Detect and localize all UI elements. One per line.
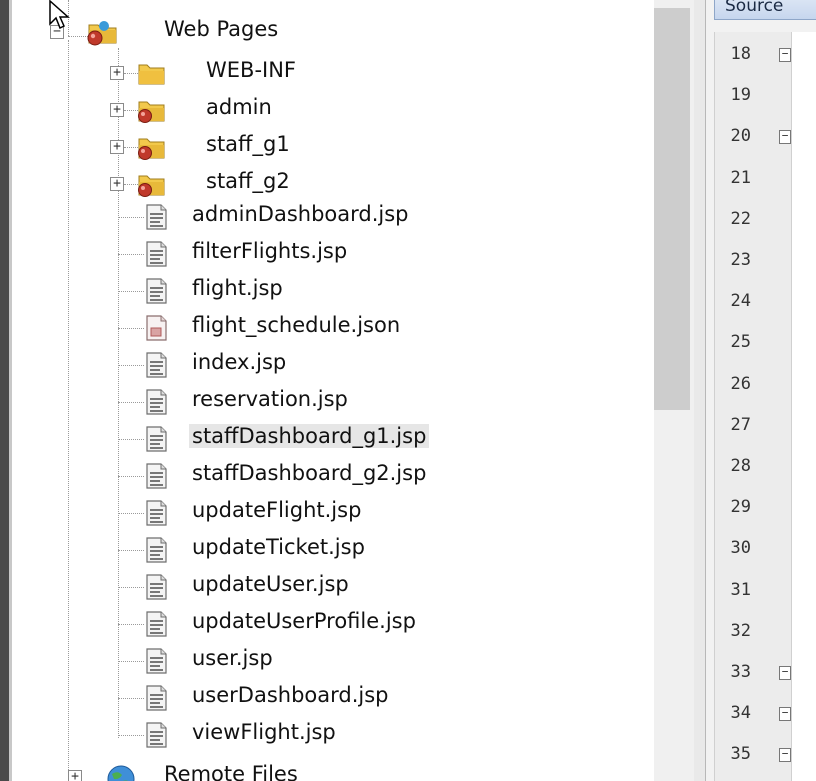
tree-line <box>118 587 144 588</box>
expand-icon[interactable]: + <box>110 66 124 80</box>
tree-label: staff_g1 <box>206 132 290 156</box>
jsp-file-icon <box>144 462 168 494</box>
jsp-file-icon <box>144 351 168 383</box>
tree-label-remote-files: Remote Files <box>164 762 298 781</box>
project-tree[interactable]: − Web Pages + WEB-INF + admin + staff_g1 + staf… <box>12 0 654 781</box>
line-number: 27 <box>730 414 751 435</box>
tree-label: staff_g2 <box>206 169 290 193</box>
tree-label: updateTicket.jsp <box>192 535 365 559</box>
line-number: 23 <box>730 250 751 270</box>
tree-line <box>118 439 144 440</box>
tree-label: staffDashboard_g2.jsp <box>192 461 427 485</box>
tree-label: WEB-INF <box>206 58 296 82</box>
tree-line <box>118 291 144 292</box>
line-number: 25 <box>730 332 751 353</box>
tree-label: admin <box>206 95 272 119</box>
line-number: 30 <box>730 538 751 559</box>
vertical-scrollbar[interactable] <box>654 0 694 781</box>
line-number: 19 <box>730 85 751 106</box>
web-pages-folder-icon <box>86 18 120 50</box>
jsp-file-icon <box>144 536 168 568</box>
tree-line <box>68 40 69 780</box>
tree-label: adminDashboard.jsp <box>192 202 409 226</box>
line-number: 22 <box>730 208 751 229</box>
line-number: 29 <box>730 497 751 518</box>
line-number: 33 <box>730 662 751 682</box>
tree-label: updateFlight.jsp <box>192 498 362 522</box>
line-number: 28 <box>730 456 751 476</box>
fold-toggle-icon[interactable]: − <box>779 130 791 145</box>
tree-label: flight.jsp <box>192 276 283 300</box>
tree-line <box>118 513 144 514</box>
expand-icon[interactable]: + <box>110 177 124 191</box>
line-number: 32 <box>730 620 751 641</box>
expand-icon[interactable]: + <box>110 103 124 117</box>
tree-label: viewFlight.jsp <box>192 720 336 744</box>
line-number: 18 <box>730 44 751 64</box>
scrollbar-thumb[interactable] <box>654 8 690 410</box>
jsp-file-icon <box>144 240 168 272</box>
jsp-file-icon <box>144 203 168 235</box>
tree-line <box>118 402 144 403</box>
jsp-file-icon <box>144 277 168 309</box>
tree-label: flight_schedule.json <box>192 313 401 337</box>
jsp-file-icon <box>144 684 168 716</box>
tree-line <box>118 661 144 662</box>
tree-label: filterFlights.jsp <box>192 239 348 263</box>
json-file-icon <box>144 314 168 346</box>
tree-line <box>118 365 144 366</box>
line-number: 20 <box>730 126 751 147</box>
line-number: 34 <box>730 703 751 724</box>
fold-toggle-icon[interactable]: − <box>779 666 791 680</box>
jsp-file-icon <box>144 721 168 753</box>
expand-icon[interactable]: + <box>68 770 82 781</box>
red-web-folder-icon <box>136 170 168 202</box>
yellow-folder-icon <box>136 59 168 91</box>
line-number: 24 <box>730 291 751 312</box>
tree-line <box>118 550 144 551</box>
tree-line <box>68 36 88 37</box>
fold-toggle-icon[interactable]: − <box>779 748 791 763</box>
line-number: 21 <box>730 167 751 188</box>
tree-label-web-pages: Web Pages <box>164 17 279 41</box>
globe-icon <box>106 764 136 781</box>
editor-pane[interactable]: Source 18 − 19 20 − 21 22 23 24 25 26 27 28 29 30 31 32 3… <box>706 0 816 781</box>
fold-toggle-icon[interactable]: − <box>779 707 791 722</box>
tree-line <box>118 476 144 477</box>
tree-label: user.jsp <box>192 646 273 670</box>
jsp-file-icon <box>144 647 168 679</box>
line-number: 26 <box>730 373 751 394</box>
red-web-folder-icon <box>136 133 168 165</box>
tree-label: index.jsp <box>192 350 287 374</box>
mouse-cursor-icon <box>48 0 70 34</box>
tree-line <box>118 217 144 218</box>
tree-label: updateUser.jsp <box>192 572 349 596</box>
line-number: 35 <box>730 744 751 765</box>
fold-toggle-icon[interactable]: − <box>779 48 791 62</box>
tab-source[interactable]: Source <box>714 0 816 20</box>
jsp-file-icon <box>144 425 168 457</box>
tree-label: userDashboard.jsp <box>192 683 389 707</box>
tree-line <box>118 735 144 736</box>
line-number: 31 <box>730 579 751 600</box>
jsp-file-icon <box>144 388 168 420</box>
tree-label: staffDashboard_g1.jsp <box>189 424 430 448</box>
tree-label: reservation.jsp <box>192 387 348 411</box>
code-area[interactable] <box>792 32 816 781</box>
expand-icon[interactable]: + <box>110 140 124 154</box>
tree-line <box>118 698 144 699</box>
pane-splitter[interactable] <box>694 0 706 781</box>
tree-line <box>118 624 144 625</box>
tree-line <box>118 254 144 255</box>
window-left-edge <box>0 0 9 781</box>
tree-line <box>118 328 144 329</box>
line-number-gutter: 18 − 19 20 − 21 22 23 24 25 26 27 28 29 30 31 32 33 − 34 − 35… <box>714 32 792 781</box>
jsp-file-icon <box>144 610 168 642</box>
red-web-folder-icon <box>136 96 168 128</box>
tree-label: updateUserProfile.jsp <box>192 609 416 633</box>
jsp-file-icon <box>144 573 168 605</box>
jsp-file-icon <box>144 499 168 531</box>
